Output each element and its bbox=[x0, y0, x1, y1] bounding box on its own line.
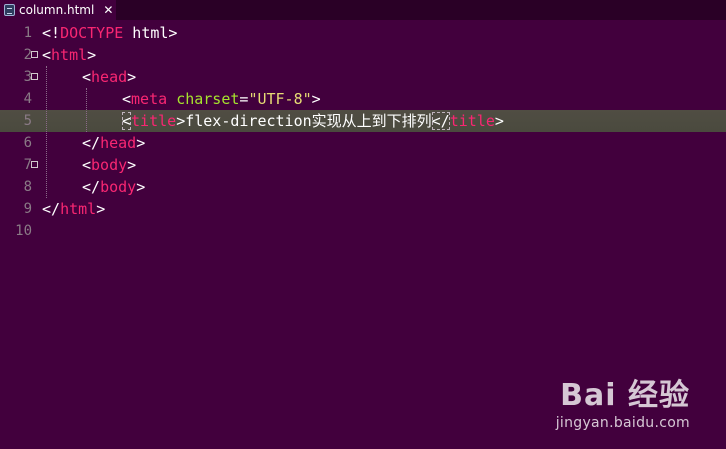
code-token: > bbox=[136, 178, 146, 196]
code-token: > bbox=[96, 200, 106, 218]
code-line[interactable]: 9 </html> bbox=[0, 198, 726, 220]
code-text: </body> bbox=[82, 176, 145, 198]
tab-column-html[interactable]: column.html ✕ bbox=[0, 0, 116, 20]
code-token: < bbox=[122, 90, 132, 108]
code-token: > bbox=[127, 68, 137, 86]
code-line[interactable]: 1 <!DOCTYPE html> bbox=[0, 22, 726, 44]
code-line[interactable]: 7 <body> bbox=[0, 154, 726, 176]
code-token: < bbox=[122, 112, 132, 130]
code-token: > bbox=[87, 46, 97, 64]
watermark-logo: Bai 经验 bbox=[556, 381, 690, 411]
code-token: html bbox=[60, 200, 97, 218]
code-text: <meta charset="UTF-8"> bbox=[122, 88, 321, 110]
code-line[interactable]: 6 </head> bbox=[0, 132, 726, 154]
code-line[interactable]: 4 <meta charset="UTF-8"> bbox=[0, 88, 726, 110]
code-text: </head> bbox=[82, 132, 145, 154]
line-number: 9 bbox=[23, 201, 32, 217]
code-token: title bbox=[131, 112, 177, 130]
line-number: 8 bbox=[23, 179, 32, 195]
code-token: flex-direction实现从上到下排列 bbox=[185, 112, 432, 130]
code-token: </ bbox=[82, 178, 101, 196]
line-number: 10 bbox=[15, 223, 32, 239]
code-token: charset bbox=[176, 90, 240, 108]
code-line[interactable]: 5 <title>flex-direction实现从上到下排列</title> bbox=[0, 110, 726, 132]
line-number: 7 bbox=[23, 157, 32, 173]
watermark-logo-text: Bai 经验 bbox=[560, 378, 690, 413]
code-token: "UTF-8" bbox=[248, 90, 312, 108]
code-token: meta bbox=[131, 90, 168, 108]
line-number: 5 bbox=[23, 113, 32, 129]
fold-toggle-icon[interactable] bbox=[31, 161, 38, 168]
tab-label: column.html bbox=[19, 3, 95, 17]
code-token: body bbox=[91, 156, 128, 174]
code-token: < bbox=[82, 68, 92, 86]
code-token: > bbox=[311, 90, 321, 108]
code-text: </html> bbox=[42, 198, 105, 220]
code-token: </ bbox=[82, 134, 101, 152]
code-token: > bbox=[176, 112, 186, 130]
line-number: 1 bbox=[23, 25, 32, 41]
code-text: <body> bbox=[82, 154, 136, 176]
code-text: <!DOCTYPE html> bbox=[42, 22, 177, 44]
indent-guide bbox=[86, 88, 87, 132]
code-token: < bbox=[82, 156, 92, 174]
code-token: html bbox=[51, 46, 88, 64]
code-line[interactable]: 8 </body> bbox=[0, 176, 726, 198]
code-token: <! bbox=[42, 24, 61, 42]
code-line[interactable]: 10 bbox=[0, 220, 726, 242]
code-line[interactable]: 2 <html> bbox=[0, 44, 726, 66]
line-number: 2 bbox=[23, 47, 32, 63]
code-token: html> bbox=[123, 24, 178, 42]
code-text: <title>flex-direction实现从上到下排列</title> bbox=[122, 110, 504, 132]
html-file-icon bbox=[4, 4, 15, 16]
code-token: head bbox=[100, 134, 137, 152]
tab-bar: column.html ✕ bbox=[0, 0, 726, 20]
code-text: <html> bbox=[42, 44, 96, 66]
fold-toggle-icon[interactable] bbox=[31, 51, 38, 58]
code-token: title bbox=[449, 112, 495, 130]
line-number: 3 bbox=[23, 69, 32, 85]
code-token: DOCTYPE bbox=[60, 24, 124, 42]
code-token: </ bbox=[431, 112, 450, 130]
line-number: 4 bbox=[23, 91, 32, 107]
code-line[interactable]: 3 <head> bbox=[0, 66, 726, 88]
fold-toggle-icon[interactable] bbox=[31, 73, 38, 80]
baidu-jingyan-watermark: Bai 经验 jingyan.baidu.com bbox=[555, 381, 690, 432]
code-token: head bbox=[91, 68, 128, 86]
indent-guide bbox=[46, 66, 47, 198]
code-token: body bbox=[100, 178, 137, 196]
code-token: > bbox=[494, 112, 504, 130]
code-text: <head> bbox=[82, 66, 136, 88]
line-number: 6 bbox=[23, 135, 32, 151]
code-token: > bbox=[127, 156, 137, 174]
code-token: < bbox=[42, 46, 52, 64]
code-token: </ bbox=[42, 200, 61, 218]
watermark-url: jingyan.baidu.com bbox=[555, 415, 690, 431]
close-icon[interactable]: ✕ bbox=[103, 3, 113, 17]
code-token: > bbox=[136, 134, 146, 152]
